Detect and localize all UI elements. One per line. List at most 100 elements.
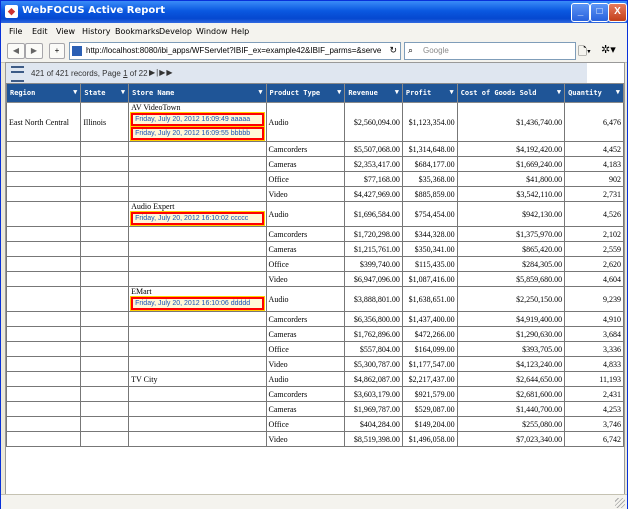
reload-icon[interactable]: ↻ — [389, 45, 397, 56]
column-header-cost-of-goods-sold[interactable]: Cost of Goods Sold ▼ — [456, 83, 566, 103]
back-button[interactable]: ◀ — [7, 43, 25, 59]
menu-history[interactable]: History — [82, 27, 110, 36]
title-bar[interactable]: ◆ WebFOCUS Active Report _ □ X — [1, 1, 627, 23]
menu-bookmarks[interactable]: Bookmarks — [115, 27, 160, 36]
table-row[interactable]: Cameras $1,969,787.00 $529,087.00 $1,440,70… — [5, 401, 624, 417]
state-cell — [80, 241, 130, 257]
quantity-cell: 9,239 — [564, 286, 624, 312]
product-type-cell: Office — [265, 256, 346, 272]
table-row[interactable]: Video $5,300,787.00 $1,177,547.00 $4,123,24… — [5, 356, 624, 372]
region-cell — [5, 156, 82, 172]
column-header-label: Profit — [405, 89, 432, 97]
sort-arrow-icon[interactable]: ▼ — [395, 88, 399, 96]
quantity-cell: 4,253 — [564, 401, 624, 417]
close-button[interactable]: X — [608, 3, 627, 22]
product-type-cell: Cameras — [265, 326, 346, 342]
column-header-quantity[interactable]: Quantity ▼ — [564, 83, 624, 103]
report-pager: 421 of 421 records, Page 1 of 22 ▶|▶▶ — [6, 63, 587, 84]
page-next-controls[interactable]: ▶|▶▶ — [149, 68, 174, 77]
table-row[interactable]: Video $4,427,969.00 $885,859.00 $3,542,110.… — [5, 186, 624, 202]
product-type-cell: Camcorders — [265, 311, 346, 327]
address-url[interactable]: http://localhost:8080/ibi_apps/WFServlet… — [86, 46, 381, 55]
table-row[interactable]: Cameras $2,353,417.00 $684,177.00 $1,669,24… — [5, 156, 624, 172]
menu-edit[interactable]: Edit — [32, 27, 48, 36]
comment-stamp[interactable]: Friday, July 20, 2012 16:10:06 ddddd — [130, 296, 265, 311]
column-header-profit[interactable]: Profit ▼ — [401, 83, 458, 103]
state-cell — [80, 201, 130, 227]
maximize-button[interactable]: □ — [590, 3, 609, 22]
sort-arrow-icon[interactable]: ▼ — [337, 88, 341, 96]
column-header-label: Revenue — [348, 89, 378, 97]
column-header-label: Region — [10, 89, 36, 97]
report-menu-icon[interactable] — [11, 66, 24, 82]
column-header-region[interactable]: Region ▼ — [5, 83, 82, 103]
table-row[interactable]: Cameras $1,762,896.00 $472,266.00 $1,290,63… — [5, 326, 624, 342]
revenue-cell: $8,519,398.00 — [344, 431, 403, 447]
store-name-cell — [128, 356, 267, 372]
quantity-cell: 2,731 — [564, 186, 624, 202]
table-row[interactable]: Cameras $1,215,761.00 $350,341.00 $865,420.… — [5, 241, 624, 257]
comment-stamp[interactable]: Friday, July 20, 2012 16:09:55 bbbbb — [130, 126, 265, 141]
address-bar[interactable]: http://localhost:8080/ibi_apps/WFServlet… — [69, 42, 401, 60]
minimize-button[interactable]: _ — [571, 3, 590, 22]
table-row[interactable]: TV City Audio $4,862,087.00 $2,217,437.00 $2… — [5, 371, 624, 387]
product-type-cell: Video — [265, 186, 346, 202]
search-input[interactable]: Google — [423, 46, 449, 55]
state-cell: Illinois — [80, 102, 130, 142]
table-row[interactable]: Camcorders $3,603,179.00 $921,579.00 $2,681… — [5, 386, 624, 402]
add-bookmark-button[interactable]: + — [49, 43, 65, 59]
column-header-label: Quantity — [568, 89, 602, 97]
comment-stamp[interactable]: Friday, July 20, 2012 16:10:02 ccccc — [130, 211, 265, 226]
resize-grip[interactable] — [615, 498, 625, 508]
settings-gear-icon[interactable]: ✲▾ — [601, 43, 616, 56]
table-row[interactable]: Office $557,804.00 $164,099.00 $393,705.00 3… — [5, 341, 624, 357]
state-cell — [80, 141, 130, 157]
menu-bar: File Edit View History Bookmarks Develop… — [1, 23, 627, 40]
table-row[interactable]: Video $6,947,096.00 $1,087,416.00 $5,859,68… — [5, 271, 624, 287]
cogs-cell: $1,290,630.00 — [456, 326, 566, 342]
menu-file[interactable]: File — [9, 27, 22, 36]
forward-button[interactable]: ▶ — [25, 43, 43, 59]
comment-stamp[interactable]: Friday, July 20, 2012 16:09:49 aaaaa — [130, 112, 265, 127]
revenue-cell: $6,356,800.00 — [344, 311, 403, 327]
profit-cell: $164,099.00 — [401, 341, 458, 357]
column-header-store-name[interactable]: Store Name ▼ — [128, 83, 267, 103]
sort-arrow-icon[interactable]: ▼ — [258, 88, 262, 96]
table-row[interactable]: Audio Expert Friday, July 20, 2012 16:10:… — [5, 201, 624, 227]
sort-arrow-icon[interactable]: ▼ — [616, 88, 620, 96]
quantity-cell: 2,559 — [564, 241, 624, 257]
profit-cell: $1,638,651.00 — [401, 286, 458, 312]
table-row[interactable]: East North Central Illinois AV VideoTown Fr… — [5, 102, 624, 142]
search-box[interactable]: ⌕ Google — [404, 42, 576, 60]
sort-arrow-icon[interactable]: ▼ — [449, 88, 453, 96]
table-row[interactable]: Office $404,284.00 $149,204.00 $255,080.00 3… — [5, 416, 624, 432]
product-type-cell: Cameras — [265, 401, 346, 417]
column-header-revenue[interactable]: Revenue ▼ — [344, 83, 403, 103]
cogs-cell: $255,080.00 — [456, 416, 566, 432]
region-cell — [5, 171, 82, 187]
menu-help[interactable]: Help — [231, 27, 249, 36]
page-menu-icon[interactable]: 🗋▾ — [578, 43, 591, 62]
sort-arrow-icon[interactable]: ▼ — [557, 88, 561, 96]
sort-arrow-icon[interactable]: ▼ — [121, 88, 125, 96]
state-cell — [80, 311, 130, 327]
column-header-product-type[interactable]: Product Type ▼ — [265, 83, 346, 103]
menu-window[interactable]: Window — [196, 27, 228, 36]
table-row[interactable]: EMart Friday, July 20, 2012 16:10:06 dddd… — [5, 286, 624, 312]
menu-develop[interactable]: Develop — [159, 27, 192, 36]
revenue-cell: $3,888,801.00 — [344, 286, 403, 312]
table-row[interactable]: Camcorders $5,507,068.00 $1,314,648.00 $4,1… — [5, 141, 624, 157]
sort-arrow-icon[interactable]: ▼ — [73, 88, 77, 96]
region-cell — [5, 271, 82, 287]
product-type-cell: Cameras — [265, 156, 346, 172]
store-name-cell — [128, 401, 267, 417]
table-row[interactable]: Camcorders $6,356,800.00 $1,437,400.00 $4,9… — [5, 311, 624, 327]
column-header-state[interactable]: State ▼ — [80, 83, 130, 103]
store-name: AV VideoTown — [131, 103, 181, 112]
table-row[interactable]: Video $8,519,398.00 $1,496,058.00 $7,023,34… — [5, 431, 624, 447]
table-row[interactable]: Camcorders $1,720,298.00 $344,328.00 $1,375… — [5, 226, 624, 242]
profit-cell: $115,435.00 — [401, 256, 458, 272]
menu-view[interactable]: View — [56, 27, 75, 36]
table-row[interactable]: Office $77,168.00 $35,368.00 $41,800.00 902 — [5, 171, 624, 187]
table-row[interactable]: Office $399,740.00 $115,435.00 $284,305.00 2… — [5, 256, 624, 272]
